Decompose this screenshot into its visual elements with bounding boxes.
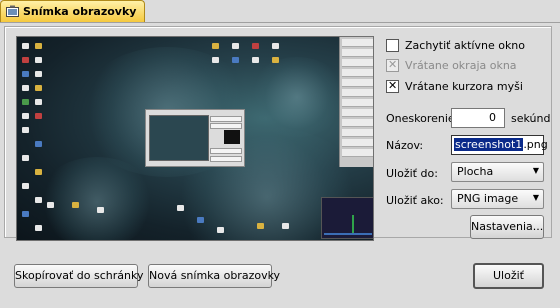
capture-active-window-checkbox[interactable] xyxy=(386,39,399,52)
delay-input[interactable]: 0 xyxy=(451,108,505,128)
save-to-label: Uložiť do: xyxy=(386,167,438,180)
tab-label: Snímka obrazovky xyxy=(23,5,137,18)
filename-input[interactable]: screenshot1.png xyxy=(451,135,548,155)
chevron-down-icon: ▼ xyxy=(532,166,539,175)
filename-rest: .png xyxy=(523,138,548,151)
save-to-select[interactable]: Plocha ▼ xyxy=(451,162,544,182)
delay-label: Oneskorenie: xyxy=(386,112,459,125)
settings-button[interactable]: Nastavenia... xyxy=(470,215,544,239)
include-window-border-checkbox[interactable] xyxy=(386,57,399,73)
filename-label: Názov: xyxy=(386,139,424,152)
save-as-select[interactable]: PNG image ▼ xyxy=(451,189,544,209)
save-to-value: Plocha xyxy=(457,165,494,178)
delay-value: 0 xyxy=(489,111,496,124)
tab-screenshot[interactable]: Snímka obrazovky xyxy=(0,0,145,22)
include-window-border-label: Vrátane okraja okna xyxy=(405,59,517,72)
screenshot-preview xyxy=(16,36,374,241)
camera-icon xyxy=(6,5,19,17)
copy-to-clipboard-button[interactable]: Skopírovať do schránky xyxy=(14,264,143,288)
filename-selected: screenshot1 xyxy=(454,138,524,151)
save-as-label: Uložiť ako: xyxy=(386,194,444,207)
new-screenshot-button[interactable]: Nová snímka obrazovky xyxy=(148,264,280,288)
save-button[interactable]: Uložiť xyxy=(473,263,544,289)
capture-active-window-label: Zachytiť aktívne okno xyxy=(405,39,526,52)
save-as-value: PNG image xyxy=(457,192,519,205)
include-mouse-cursor-label: Vrátane kurzora myši xyxy=(405,80,523,93)
chevron-down-icon: ▼ xyxy=(532,193,539,202)
include-mouse-cursor-checkbox[interactable] xyxy=(386,78,399,94)
delay-unit: sekúnd xyxy=(511,112,551,125)
